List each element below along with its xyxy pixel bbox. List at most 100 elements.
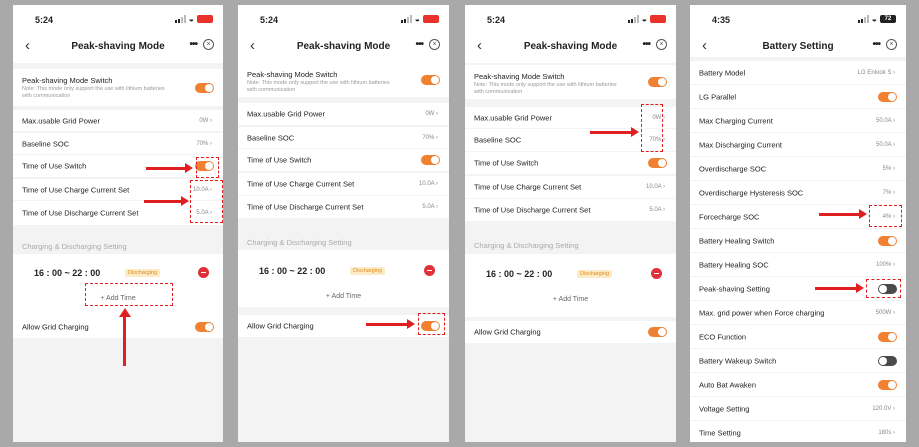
- status-bar: 4:35 ◒ 72: [690, 15, 906, 31]
- row-value: 180s ›: [878, 429, 895, 436]
- more-icon[interactable]: •••: [415, 39, 423, 50]
- max-usable-grid-power-row[interactable]: Max.usable Grid Power 0W ›: [238, 103, 449, 125]
- battery-icon: [197, 15, 213, 23]
- setting-row[interactable]: Max. grid power when Force charging 500W …: [690, 301, 906, 324]
- allow-grid-charging-row[interactable]: Allow Grid Charging: [465, 321, 676, 343]
- row-label: Baseline SOC: [474, 135, 522, 145]
- setting-row[interactable]: Battery Wakeup Switch: [690, 349, 906, 372]
- row-label: Time Setting: [699, 428, 741, 437]
- tou-charge-current-row[interactable]: Time of Use Charge Current Set 10.0A ›: [465, 176, 676, 198]
- more-icon[interactable]: •••: [642, 39, 650, 50]
- peak-shaving-switch-row[interactable]: Peak-shaving Mode Switch Note: This mode …: [238, 63, 449, 97]
- wifi-icon: ◒: [188, 14, 194, 24]
- tou-charge-current-row[interactable]: Time of Use Charge Current Set 10.0A ›: [238, 173, 449, 195]
- toggle-switch[interactable]: [648, 158, 667, 168]
- close-icon[interactable]: ×: [656, 39, 667, 50]
- setting-row[interactable]: Auto Bat Awaken: [690, 373, 906, 396]
- phone-screen-3: 5:24 ◒ ‹ Peak-shaving Mode ••• × Peak-shaving …: [465, 5, 676, 442]
- status-icons: ◒: [627, 14, 666, 24]
- arrow-power-soc: [590, 127, 639, 137]
- setting-row[interactable]: Max Discharging Current 50.0A ›: [690, 133, 906, 156]
- status-icons: ◒ 72: [857, 14, 896, 24]
- wifi-icon: ◒: [871, 14, 877, 24]
- row-value: 100% ›: [875, 261, 895, 268]
- remove-time-icon[interactable]: [424, 265, 435, 276]
- setting-row[interactable]: ECO Function: [690, 325, 906, 348]
- tou-discharge-current-row[interactable]: Time of Use Discharge Current Set 5.0A ›: [465, 199, 676, 221]
- row-label: Battery Model: [699, 68, 746, 77]
- row-label: Battery Healing Switch: [699, 236, 775, 245]
- row-value: 5.0A ›: [649, 207, 665, 213]
- close-icon[interactable]: ×: [429, 39, 440, 50]
- setting-row[interactable]: Max Charging Current 50.0A ›: [690, 109, 906, 132]
- more-icon[interactable]: •••: [872, 39, 880, 50]
- setting-row[interactable]: Overdischarge Hysteresis SOC 7% ›: [690, 181, 906, 204]
- row-label: Time of Use Charge Current Set: [22, 185, 130, 194]
- highlight-add-time: [85, 283, 173, 306]
- baseline-soc-row[interactable]: Baseline SOC 70% ›: [13, 133, 223, 154]
- battery-icon: 72: [880, 15, 896, 23]
- max-usable-grid-power-row[interactable]: Max.usable Grid Power 0W ›: [13, 110, 223, 131]
- setting-row[interactable]: LG Parallel: [690, 85, 906, 108]
- time-of-use-switch-row[interactable]: Time of Use Switch: [238, 149, 449, 171]
- allow-grid-charging-row[interactable]: Allow Grid Charging: [13, 316, 223, 338]
- row-value: 50.0A ›: [875, 117, 895, 124]
- settings-list: Peak-shaving Mode Switch Note: This mode …: [238, 63, 449, 442]
- tou-discharge-current-row[interactable]: Time of Use Discharge Current Set 5.0A ›: [238, 196, 449, 218]
- peak-shaving-note: Note: This mode only support the use wit…: [247, 80, 390, 93]
- toggle-switch[interactable]: [195, 82, 214, 93]
- row-label: ECO Function: [699, 332, 747, 341]
- toggle-switch[interactable]: [878, 355, 897, 366]
- row-value: 5% ›: [882, 165, 895, 172]
- toggle-switch[interactable]: [878, 379, 897, 390]
- status-icons: ◒: [400, 14, 439, 24]
- setting-row[interactable]: Time Setting 180s ›: [690, 421, 906, 442]
- row-value: 500W ›: [875, 309, 895, 316]
- row-label: Allow Grid Charging: [247, 321, 314, 331]
- add-time-button[interactable]: + Add Time: [238, 293, 449, 300]
- row-label: Time of Use Discharge Current Set: [247, 202, 364, 212]
- row-label: Time of Use Charge Current Set: [474, 182, 582, 192]
- toggle-switch[interactable]: [195, 322, 214, 332]
- remove-time-icon[interactable]: [651, 268, 662, 279]
- battery-icon: [423, 15, 439, 23]
- wifi-icon: ◒: [641, 14, 647, 24]
- nav-bar: ‹ Battery Setting ••• ×: [690, 36, 906, 58]
- row-label: Max Discharging Current: [699, 140, 782, 149]
- peak-shaving-switch-row[interactable]: Peak-shaving Mode Switch Note: This mode …: [13, 69, 223, 106]
- baseline-soc-row[interactable]: Baseline SOC 70% ›: [238, 127, 449, 148]
- more-icon[interactable]: •••: [189, 39, 197, 50]
- toggle-switch[interactable]: [421, 75, 440, 85]
- setting-row[interactable]: Battery Healing SOC 100% ›: [690, 253, 906, 276]
- row-label: Max.usable Grid Power: [474, 113, 552, 122]
- toggle-switch[interactable]: [878, 91, 897, 102]
- arrow-add-time: [118, 308, 131, 366]
- status-time: 4:35: [712, 15, 731, 25]
- peak-shaving-switch-row[interactable]: Peak-shaving Mode Switch Note: This mode …: [465, 65, 676, 99]
- row-value: 10.0A ›: [418, 181, 438, 187]
- setting-row[interactable]: Voltage Setting 120.0V ›: [690, 397, 906, 420]
- settings-list: Peak-shaving Mode Switch Note: This mode …: [13, 63, 223, 442]
- add-time-button[interactable]: + Add Time: [465, 296, 676, 303]
- toggle-switch[interactable]: [878, 331, 897, 342]
- setting-row[interactable]: Battery Model LG Enlook S ›: [690, 61, 906, 84]
- section-header: Charging & Discharging Setting: [22, 242, 127, 251]
- setting-row[interactable]: Overdischarge SOC 5% ›: [690, 157, 906, 180]
- toggle-switch[interactable]: [648, 77, 667, 87]
- setting-row[interactable]: Battery Healing Switch: [690, 229, 906, 252]
- row-value: 0W ›: [199, 117, 212, 124]
- close-icon[interactable]: ×: [886, 39, 897, 50]
- row-label: Max. grid power when Force charging: [699, 308, 825, 317]
- toggle-switch[interactable]: [421, 155, 440, 165]
- time-of-use-switch-row[interactable]: Time of Use Switch: [465, 152, 676, 174]
- arrow-forcecharge-soc: [819, 209, 867, 219]
- close-icon[interactable]: ×: [203, 39, 214, 50]
- remove-time-icon[interactable]: [198, 267, 209, 278]
- wifi-icon: ◒: [414, 14, 420, 24]
- toggle-switch[interactable]: [648, 327, 667, 337]
- row-value: 70% ›: [422, 134, 438, 141]
- peak-shaving-switch-label: Peak-shaving Mode Switch: [474, 72, 565, 81]
- row-value: 120.0V ›: [872, 405, 895, 412]
- toggle-switch[interactable]: [878, 235, 897, 246]
- row-value: 7% ›: [882, 189, 895, 196]
